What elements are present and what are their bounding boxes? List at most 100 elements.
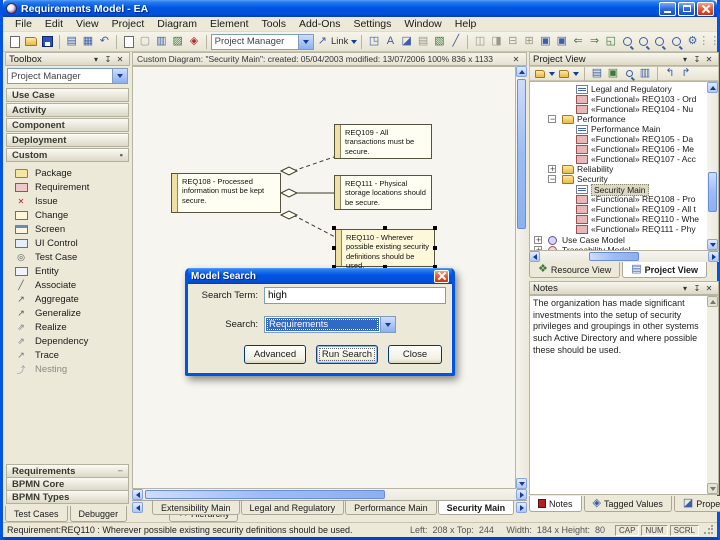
menu-addons[interactable]: Add-Ons <box>293 17 346 31</box>
tree-item[interactable]: «Functional» REQ103 - Ord <box>530 94 718 104</box>
find-in-project-icon[interactable] <box>622 67 636 80</box>
selection-handle[interactable] <box>433 226 437 230</box>
canvas-hscrollbar[interactable] <box>132 489 527 500</box>
menu-tools[interactable]: Tools <box>256 17 293 31</box>
tree-item[interactable]: Security <box>530 174 718 184</box>
diagram-tab-security[interactable]: Security Main <box>437 501 515 515</box>
notes-close-icon[interactable]: ✕ <box>703 283 715 294</box>
section-collapse-icon[interactable]: − <box>117 466 123 477</box>
resize-grip[interactable] <box>703 525 713 535</box>
text-icon[interactable] <box>383 34 398 50</box>
align-top-icon[interactable] <box>505 34 520 50</box>
close-button[interactable] <box>697 1 714 16</box>
menu-diagram[interactable]: Diagram <box>151 17 203 31</box>
chevron-down-icon[interactable] <box>112 69 127 83</box>
preview-icon[interactable] <box>170 34 185 50</box>
scroll-down-icon[interactable] <box>516 478 527 489</box>
expand-icon[interactable] <box>679 67 693 80</box>
tab-debugger[interactable]: Debugger <box>69 506 128 522</box>
menu-project[interactable]: Project <box>106 17 151 31</box>
save-icon[interactable] <box>40 34 55 50</box>
menu-window[interactable]: Window <box>398 17 447 31</box>
project-tree[interactable]: Legal and Regulatory «Functional» REQ103… <box>529 81 719 251</box>
scroll-down-icon[interactable] <box>707 239 718 250</box>
expander-icon[interactable] <box>548 164 556 174</box>
print-icon[interactable] <box>154 34 169 50</box>
toolbox-section-bpmn-core[interactable]: BPMN Core <box>6 477 129 491</box>
tab-scroll-right-icon[interactable] <box>516 502 527 513</box>
toolbox-item-nesting[interactable]: ⤴ Nesting <box>5 362 130 376</box>
project-view-menu-icon[interactable]: ▾ <box>679 54 691 65</box>
zoom-fit-icon[interactable] <box>669 34 684 50</box>
notes-vscrollbar[interactable] <box>707 296 718 494</box>
shape-icon[interactable] <box>399 34 414 50</box>
search-term-input[interactable] <box>264 287 446 304</box>
maximize-button[interactable] <box>678 1 695 16</box>
zoom-100-icon[interactable] <box>652 34 667 50</box>
tree-item[interactable]: «Functional» REQ105 - Da <box>530 134 718 144</box>
toolbox-section-usecase[interactable]: Use Case <box>6 88 129 102</box>
scroll-left-icon[interactable] <box>529 251 540 262</box>
toolbox-item-issue[interactable]: ✕ Issue <box>5 194 130 208</box>
dialog-title-bar[interactable]: Model Search <box>188 268 452 284</box>
toolbox-item-associate[interactable]: ╱ Associate <box>5 278 130 292</box>
menu-file[interactable]: File <box>9 17 38 31</box>
menu-edit[interactable]: Edit <box>39 17 69 31</box>
tree-hscrollbar[interactable] <box>529 251 719 262</box>
chevron-down-icon[interactable] <box>549 71 555 76</box>
scroll-thumb[interactable] <box>589 252 639 261</box>
selection-handle[interactable] <box>332 246 336 250</box>
toolbox-item-aggregate[interactable]: ↗ Aggregate <box>5 292 130 306</box>
toolbox-menu-icon[interactable]: ▾ <box>90 54 102 65</box>
toolbox-close-icon[interactable]: ✕ <box>114 54 126 65</box>
collapse-icon[interactable] <box>663 67 677 80</box>
link-chevron-icon[interactable] <box>351 39 358 44</box>
dialog-close-button[interactable] <box>434 269 449 283</box>
open-icon[interactable] <box>23 34 38 50</box>
list-icon[interactable] <box>415 34 430 50</box>
diagram-close-icon[interactable]: ✕ <box>510 54 522 65</box>
move-right-icon[interactable] <box>587 34 602 50</box>
tree-item[interactable]: «Functional» REQ108 - Pro <box>530 194 718 204</box>
toolbox-item-trace[interactable]: ↗ Trace <box>5 348 130 362</box>
toolbox-pin-icon[interactable]: ↧ <box>102 54 114 65</box>
paste-icon[interactable] <box>80 34 95 50</box>
fit-icon[interactable] <box>603 34 618 50</box>
link-dropdown[interactable]: Link <box>331 36 348 47</box>
toolbox-item-package[interactable]: Package <box>5 166 130 180</box>
line-icon[interactable] <box>448 34 463 50</box>
menu-help[interactable]: Help <box>449 17 483 31</box>
chevron-down-icon[interactable] <box>380 317 395 332</box>
new-diagram-icon[interactable] <box>121 34 136 50</box>
close-diagram-icon[interactable] <box>137 34 152 50</box>
tree-item[interactable]: «Functional» REQ107 - Acc <box>530 154 718 164</box>
toolbox-item-realize[interactable]: ⇗ Realize <box>5 320 130 334</box>
notes-header[interactable]: Notes ▾ ↧ ✕ <box>529 281 719 295</box>
workspace-combo[interactable]: Project Manager <box>210 33 314 50</box>
appearance-icon[interactable] <box>186 34 201 50</box>
expander-icon[interactable] <box>548 114 556 124</box>
tab-notes[interactable]: Notes <box>529 496 582 512</box>
copy-element-icon[interactable] <box>538 34 553 50</box>
new-element-icon[interactable] <box>606 67 620 80</box>
notes-menu-icon[interactable]: ▾ <box>679 283 691 294</box>
advanced-button[interactable]: Advanced <box>244 345 306 364</box>
menu-element[interactable]: Element <box>204 17 255 31</box>
expander-icon[interactable] <box>548 174 556 184</box>
new-diagram-icon[interactable] <box>590 67 604 80</box>
toolbox-profile-combo[interactable]: Project Manager <box>7 68 128 84</box>
toolbox-item-dependency[interactable]: ⇗ Dependency <box>5 334 130 348</box>
align-right-icon[interactable] <box>489 34 504 50</box>
selection-handle[interactable] <box>383 226 387 230</box>
align-left-icon[interactable] <box>472 34 487 50</box>
scroll-right-icon[interactable] <box>516 489 527 500</box>
image-icon[interactable] <box>432 34 447 50</box>
toolbox-section-custom[interactable]: Custom ▪ <box>6 148 129 162</box>
tree-item[interactable]: «Functional» REQ110 - Whe <box>530 214 718 224</box>
project-view-header[interactable]: Project View ▾ ↧ ✕ <box>529 52 719 66</box>
requirement-element-req109[interactable]: REQ109 - All transactions must be secure… <box>334 124 432 159</box>
minimize-button[interactable] <box>659 1 676 16</box>
chevron-down-icon[interactable] <box>297 34 313 49</box>
scroll-up-icon[interactable] <box>516 66 527 77</box>
zoom-out-icon[interactable] <box>636 34 651 50</box>
